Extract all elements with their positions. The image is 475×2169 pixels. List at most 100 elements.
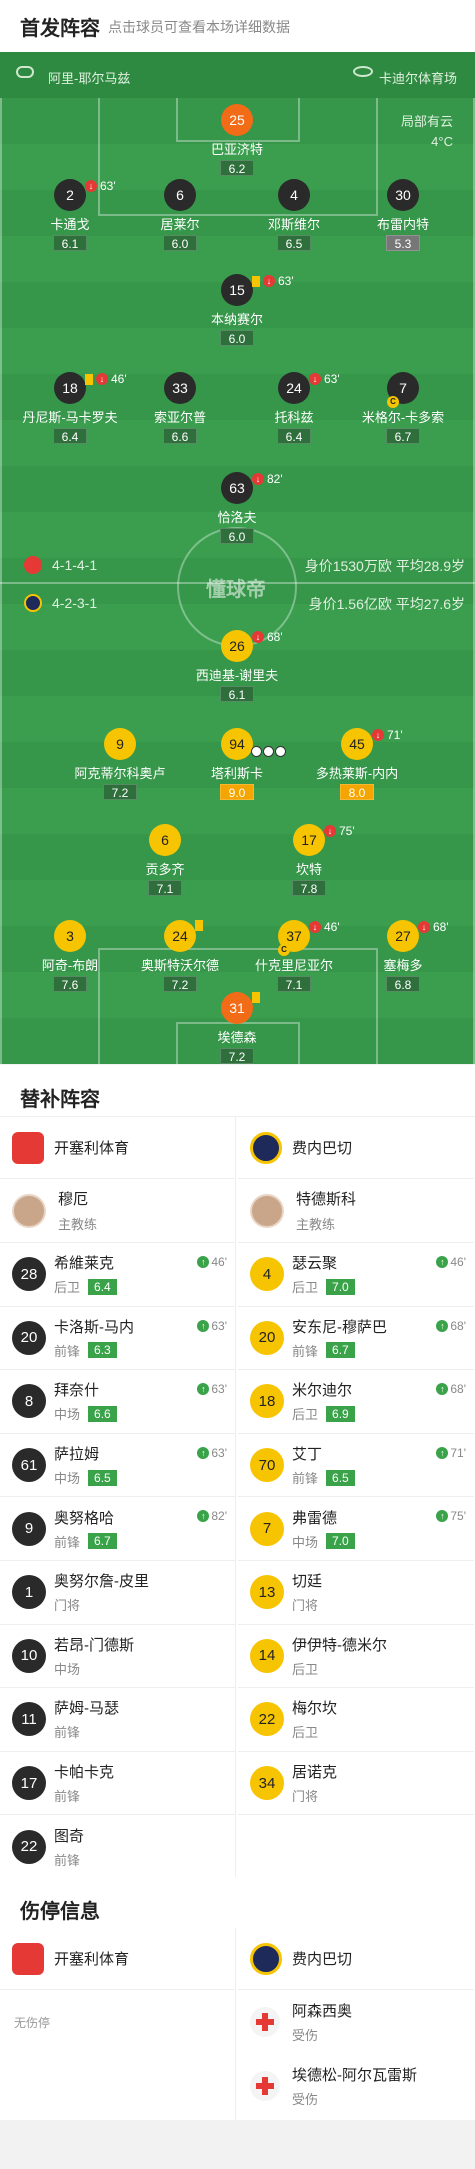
sub-player-row[interactable]: 10 若昂-门德斯 中场: [0, 1625, 235, 1689]
injury-home-team[interactable]: 开塞利体育: [0, 1928, 235, 1990]
player-name: 卡洛斯-马内: [54, 1318, 134, 1336]
player-rating: 6.5: [326, 1469, 355, 1486]
medical-icon: [250, 2071, 280, 2101]
shirt-number: 4: [250, 1257, 284, 1292]
shirt-number: 11: [12, 1702, 46, 1737]
sub-player-row[interactable]: 17 卡帕卡克 前锋: [0, 1752, 235, 1816]
player-away-cb1[interactable]: 24 奥斯特沃尔德 7.2: [115, 920, 245, 994]
sub-player-row[interactable]: 70 艾丁 前锋 6.5 ↑ 71': [238, 1434, 474, 1498]
sub-in-icon: ↑: [197, 1510, 210, 1523]
shirt-number: 61: [12, 1448, 46, 1483]
avatar: [12, 1193, 46, 1228]
shirt-number: 7: [250, 1511, 284, 1546]
shirt-number: 22: [12, 1829, 46, 1864]
shirt-number: 13: [250, 1575, 284, 1610]
player-rating: 6.9: [326, 1405, 355, 1422]
player-away-am[interactable]: 94 塔利斯卡 9.0: [172, 728, 302, 802]
player-position: 中场: [54, 1661, 81, 1677]
medical-icon: [250, 2007, 280, 2037]
no-injury-note: 无伤停: [14, 2016, 51, 2030]
sub-in-time: ↑ 68': [436, 1319, 466, 1333]
player-name: 卡帕卡克: [54, 1764, 115, 1782]
player-home-cm1[interactable]: 33 索亚尔普 6.6: [115, 372, 245, 446]
player-away-gk[interactable]: 31 埃德森 7.2: [172, 992, 302, 1064]
away-team[interactable]: 费内巴切: [238, 1117, 474, 1179]
avatar: [250, 1193, 284, 1228]
whistle-icon: [16, 66, 34, 78]
sub-in-icon: ↑: [436, 1383, 449, 1396]
player-name: 奥努格哈: [54, 1509, 115, 1527]
player-name: 梅尔坎: [292, 1700, 338, 1718]
sub-in-icon: ↑: [436, 1319, 449, 1332]
referee: 阿里-耶尔马兹: [48, 71, 131, 86]
sub-in-time: ↑ 63': [197, 1446, 227, 1460]
home-team[interactable]: 开塞利体育: [0, 1117, 235, 1179]
player-home-dm[interactable]: 15 ↓ 63' 本纳赛尔 6.0: [172, 274, 302, 348]
player-away-dm2[interactable]: 17 ↓ 75' 坎特 7.8: [244, 824, 374, 898]
player-rating: 6.4: [88, 1278, 117, 1295]
team-logo-icon: [250, 1131, 282, 1164]
sub-player-row[interactable]: 1 奥努尔詹-皮里 门将: [0, 1561, 235, 1625]
watermark: 懂球帝: [206, 579, 266, 601]
sub-player-row[interactable]: 9 奥努格哈 前锋 6.7 ↑ 82': [0, 1497, 235, 1561]
player-rating: 6.3: [88, 1342, 117, 1359]
injury-item[interactable]: 埃德松-阿尔瓦雷斯 受伤: [250, 2064, 417, 2108]
page-title: 首发阵容: [20, 17, 100, 40]
sub-player-row[interactable]: 22 梅尔坎 后卫: [238, 1688, 474, 1752]
player-position: 后卫: [54, 1280, 81, 1296]
sub-player-row[interactable]: 4 瑟云聚 后卫 7.0 ↑ 46': [238, 1243, 474, 1307]
sub-in-icon: ↑: [436, 1446, 449, 1459]
home-coach[interactable]: 穆厄 主教练: [0, 1179, 235, 1243]
weather: 局部有云 4°C: [400, 114, 453, 149]
player-rating: 7.0: [326, 1533, 355, 1550]
player-position: 后卫: [292, 1280, 319, 1296]
shirt-number: 18: [250, 1384, 284, 1419]
page-subtitle: 点击球员可查看本场详细数据: [108, 19, 290, 35]
home-subs: 开塞利体育 穆厄 主教练 28 希維莱克 后卫 6.4 ↑ 46' 20 卡洛斯-马内 前锋 6.3…: [0, 1117, 236, 1879]
player-home-cb1[interactable]: 6 居莱尔 6.0: [115, 179, 245, 253]
shirt-number: 20: [12, 1320, 46, 1355]
sub-in-icon: ↑: [197, 1383, 210, 1396]
player-name: 居诺克: [292, 1764, 338, 1782]
player-away-dm1[interactable]: 6 贡多齐 7.1: [100, 824, 230, 898]
player-away-rw[interactable]: 45 ↓ 71' 多热莱斯-内内 8.0: [292, 728, 422, 802]
player-away-lw[interactable]: 9 阿克蒂尔科奥卢 7.2: [55, 728, 185, 802]
sub-player-row[interactable]: 8 拜奈什 中场 6.6 ↑ 63': [0, 1370, 235, 1434]
sub-player-row[interactable]: 14 伊伊特-德米尔 后卫: [238, 1625, 474, 1689]
sub-player-row[interactable]: 61 萨拉姆 中场 6.5 ↑ 63': [0, 1434, 235, 1498]
sub-player-row[interactable]: 28 希維莱克 后卫 6.4 ↑ 46': [0, 1243, 235, 1307]
sub-player-row[interactable]: 18 米尔迪尔 后卫 6.9 ↑ 68': [238, 1370, 474, 1434]
injury-away-team[interactable]: 费内巴切: [238, 1928, 474, 1990]
venue-bar: 阿里-耶尔马兹 卡迪尔体育场: [0, 52, 475, 98]
shirt-number: 14: [250, 1638, 284, 1673]
pitch: 阿里-耶尔马兹 卡迪尔体育场 局部有云 4°C 懂球帝 4-1-4-1 身价153…: [0, 52, 475, 1064]
away-coach[interactable]: 特德斯科 主教练: [238, 1179, 474, 1243]
player-position: 前锋: [54, 1852, 81, 1868]
sub-in-icon: ↑: [197, 1446, 210, 1459]
player-home-rm[interactable]: 7 C 米格尔-卡多索 6.7: [338, 372, 468, 446]
shirt-number: 8: [12, 1384, 46, 1419]
player-position: 前锋: [292, 1471, 319, 1487]
sub-in-icon: ↑: [197, 1319, 210, 1332]
player-position: 后卫: [292, 1661, 319, 1677]
sub-player-row[interactable]: 7 弗雷德 中场 7.0 ↑ 75': [238, 1497, 474, 1561]
shirt-number: 1: [12, 1575, 46, 1610]
player-home-st[interactable]: 63 ↓ 82' 恰洛夫 6.0: [172, 472, 302, 546]
sub-player-row[interactable]: 20 卡洛斯-马内 前锋 6.3 ↑ 63': [0, 1307, 235, 1371]
subs-panel: 开塞利体育 穆厄 主教练 28 希維莱克 后卫 6.4 ↑ 46' 20 卡洛斯-马内 前锋 6.3…: [0, 1117, 475, 1879]
injury-item[interactable]: 阿森西奥 受伤: [250, 2000, 352, 2044]
player-away-rb[interactable]: 27 ↓ 68' 塞梅多 6.8: [338, 920, 468, 994]
player-home-gk[interactable]: 25 巴亚济特 6.2: [172, 104, 302, 178]
sub-player-row[interactable]: 34 居诺克 门将: [238, 1752, 474, 1816]
player-name: 切廷: [292, 1573, 323, 1591]
sub-in-icon: ↑: [436, 1256, 449, 1268]
sub-player-row[interactable]: 22 图奇 前锋: [0, 1815, 235, 1879]
sub-in-icon: ↑: [197, 1256, 210, 1268]
player-home-rb[interactable]: 30 布雷内特 5.3: [338, 179, 468, 253]
sub-player-row[interactable]: 13 切廷 门将: [238, 1561, 474, 1625]
player-position: 中场: [292, 1534, 319, 1550]
player-rating: 6.7: [88, 1533, 117, 1550]
sub-player-row[interactable]: 11 萨姆-马瑟 前锋: [0, 1688, 235, 1752]
player-away-st[interactable]: 26 ↓ 68' 西迪基-谢里夫 6.1: [172, 630, 302, 704]
sub-player-row[interactable]: 20 安东尼-穆萨巴 前锋 6.7 ↑ 68': [238, 1307, 474, 1371]
